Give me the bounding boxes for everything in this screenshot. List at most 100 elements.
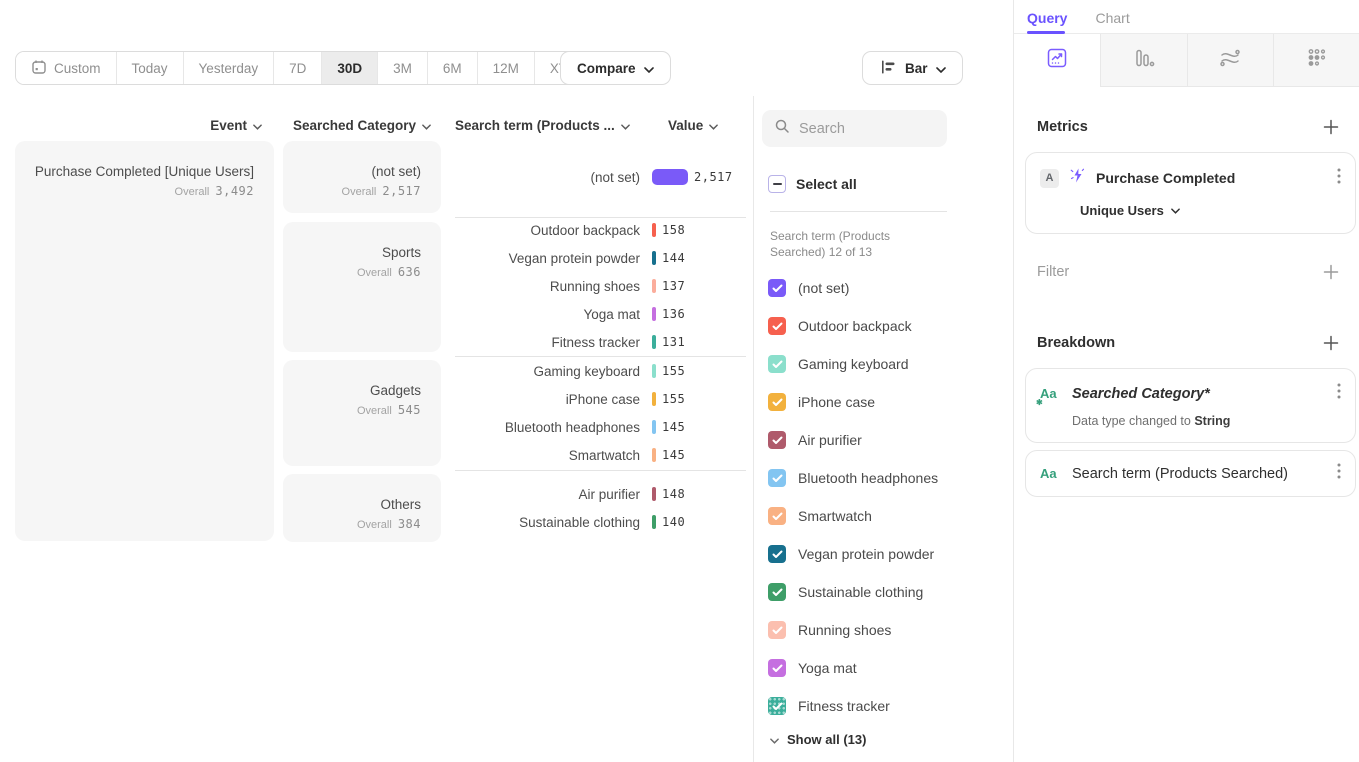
checkbox-checked-icon bbox=[768, 279, 786, 297]
chart-type-dropdown[interactable]: Bar bbox=[862, 51, 963, 85]
metric-card[interactable]: A Purchase Completed Unique Users bbox=[1025, 152, 1356, 234]
aggregation-selector[interactable]: Unique Users bbox=[1080, 201, 1341, 219]
kebab-menu-icon[interactable] bbox=[1337, 463, 1341, 484]
value-text: 158 bbox=[662, 223, 685, 237]
value-text: 148 bbox=[662, 487, 685, 501]
bar-chart-icon bbox=[879, 58, 897, 79]
table-row[interactable]: Bluetooth headphones 145 bbox=[455, 413, 747, 441]
column-header-searched-category[interactable]: Searched Category bbox=[283, 118, 441, 133]
value-text: 136 bbox=[662, 307, 685, 321]
filter-item-yoga-mat[interactable]: Yoga mat bbox=[768, 657, 857, 679]
event-cell[interactable]: Purchase Completed [Unique Users] Overal… bbox=[15, 141, 274, 541]
filter-item-smartwatch[interactable]: Smartwatch bbox=[768, 505, 872, 527]
search-term-label: Gaming keyboard bbox=[455, 364, 640, 379]
category-label: Gadgets bbox=[283, 382, 421, 400]
date-range-custom[interactable]: Custom bbox=[16, 52, 117, 84]
date-range-6m[interactable]: 6M bbox=[428, 52, 478, 84]
column-header-event[interactable]: Event bbox=[15, 118, 262, 133]
value-text: 140 bbox=[662, 515, 685, 529]
breakdown-card-searched-category[interactable]: Aa✱ Searched Category* Data type changed… bbox=[1025, 368, 1356, 443]
tab-insights-report[interactable] bbox=[1014, 34, 1100, 87]
event-label: Purchase Completed [Unique Users] bbox=[15, 163, 254, 181]
kebab-menu-icon[interactable] bbox=[1337, 168, 1341, 189]
category-cell-not-set[interactable]: (not set) Overall2,517 bbox=[283, 141, 441, 213]
date-range-today[interactable]: Today bbox=[117, 52, 184, 84]
compare-button[interactable]: Compare bbox=[560, 51, 671, 85]
filter-item-label: Running shoes bbox=[798, 622, 891, 638]
add-breakdown-button[interactable] bbox=[1322, 334, 1340, 352]
category-cell-others[interactable]: Others Overall384 bbox=[283, 474, 441, 542]
table-row[interactable]: Sustainable clothing 140 bbox=[455, 508, 747, 536]
date-range-label: Today bbox=[132, 61, 168, 76]
show-all-button[interactable]: Show all (13) bbox=[770, 732, 866, 747]
table-row[interactable]: Gaming keyboard 155 bbox=[455, 357, 747, 385]
filter-item-not-set[interactable]: (not set) bbox=[768, 277, 849, 299]
filter-item-bluetooth-headphones[interactable]: Bluetooth headphones bbox=[768, 467, 938, 489]
filter-item-air-purifier[interactable]: Air purifier bbox=[768, 429, 862, 451]
table-row[interactable]: Smartwatch 145 bbox=[455, 441, 747, 469]
table-row[interactable]: Air purifier 148 bbox=[455, 480, 747, 508]
add-filter-button[interactable] bbox=[1322, 263, 1340, 281]
checkbox-checked-icon bbox=[768, 469, 786, 487]
funnels-icon bbox=[1133, 47, 1155, 74]
column-header-value[interactable]: Value bbox=[668, 118, 718, 133]
date-range-3m[interactable]: 3M bbox=[378, 52, 428, 84]
filter-item-iphone-case[interactable]: iPhone case bbox=[768, 391, 875, 413]
date-range-12m[interactable]: 12M bbox=[478, 52, 535, 84]
checkbox-checked-icon bbox=[768, 583, 786, 601]
search-term-label: Smartwatch bbox=[455, 448, 640, 463]
table-row[interactable]: iPhone case 155 bbox=[455, 385, 747, 413]
table-row[interactable]: Outdoor backpack 158 bbox=[455, 216, 747, 244]
tab-flows-report[interactable] bbox=[1187, 34, 1274, 87]
category-overall: Overall636 bbox=[283, 265, 421, 279]
date-range-30d[interactable]: 30D bbox=[322, 52, 378, 84]
filter-item-running-shoes[interactable]: Running shoes bbox=[768, 619, 891, 641]
filter-item-label: Yoga mat bbox=[798, 660, 857, 676]
search-term-label: Running shoes bbox=[455, 279, 640, 294]
list-divider bbox=[770, 211, 947, 212]
value-bar bbox=[652, 307, 656, 321]
tab-query[interactable]: Query bbox=[1027, 8, 1067, 26]
series-letter-badge: A bbox=[1040, 169, 1059, 188]
kebab-menu-icon[interactable] bbox=[1337, 383, 1341, 404]
table-row[interactable]: Fitness tracker 131 bbox=[455, 328, 747, 356]
table-row[interactable]: Vegan protein powder 144 bbox=[455, 244, 747, 272]
modified-asterisk-icon: ✱ bbox=[1036, 398, 1043, 407]
chevron-down-icon bbox=[644, 61, 654, 76]
filter-item-label: Bluetooth headphones bbox=[798, 470, 938, 486]
search-term-label: Air purifier bbox=[455, 487, 640, 502]
value-bar bbox=[652, 487, 656, 501]
table-row[interactable]: Running shoes 137 bbox=[455, 272, 747, 300]
filter-item-label: Fitness tracker bbox=[798, 698, 890, 714]
breakdown-heading: Breakdown bbox=[1037, 335, 1115, 351]
filter-item-fitness-tracker[interactable]: Fitness tracker bbox=[768, 695, 890, 717]
add-metric-button[interactable] bbox=[1322, 118, 1340, 136]
search-input[interactable] bbox=[799, 121, 929, 137]
filter-item-outdoor-backpack[interactable]: Outdoor backpack bbox=[768, 315, 912, 337]
breakdown-card-search-term[interactable]: Aa Search term (Products Searched) bbox=[1025, 450, 1356, 497]
aggregation-label: Unique Users bbox=[1080, 203, 1164, 218]
indeterminate-checkbox-icon bbox=[768, 175, 786, 193]
column-header-search-term[interactable]: Search term (Products ... bbox=[455, 118, 630, 133]
metric-event-name: Purchase Completed bbox=[1096, 170, 1327, 186]
filter-item-sustainable-clothing[interactable]: Sustainable clothing bbox=[768, 581, 923, 603]
report-type-strip bbox=[1014, 34, 1359, 87]
string-property-icon: Aa bbox=[1040, 466, 1062, 481]
tab-retention-report[interactable] bbox=[1273, 34, 1359, 87]
select-all-checkbox[interactable]: Select all bbox=[768, 175, 857, 193]
breakdown-property-name: Search term (Products Searched) bbox=[1072, 466, 1327, 482]
date-range-yesterday[interactable]: Yesterday bbox=[184, 52, 275, 84]
category-cell-sports[interactable]: Sports Overall636 bbox=[283, 222, 441, 352]
table-row[interactable]: (not set) 2,517 bbox=[455, 163, 747, 191]
filter-item-label: Smartwatch bbox=[798, 508, 872, 524]
value-bar bbox=[652, 169, 688, 185]
chevron-down-icon bbox=[422, 118, 431, 133]
category-cell-gadgets[interactable]: Gadgets Overall545 bbox=[283, 360, 441, 466]
table-row[interactable]: Yoga mat 136 bbox=[455, 300, 747, 328]
value-bar bbox=[652, 448, 656, 462]
tab-funnels-report[interactable] bbox=[1100, 34, 1187, 87]
filter-item-vegan-protein-powder[interactable]: Vegan protein powder bbox=[768, 543, 934, 565]
tab-chart[interactable]: Chart bbox=[1095, 8, 1129, 26]
filter-item-gaming-keyboard[interactable]: Gaming keyboard bbox=[768, 353, 909, 375]
date-range-7d[interactable]: 7D bbox=[274, 52, 322, 84]
